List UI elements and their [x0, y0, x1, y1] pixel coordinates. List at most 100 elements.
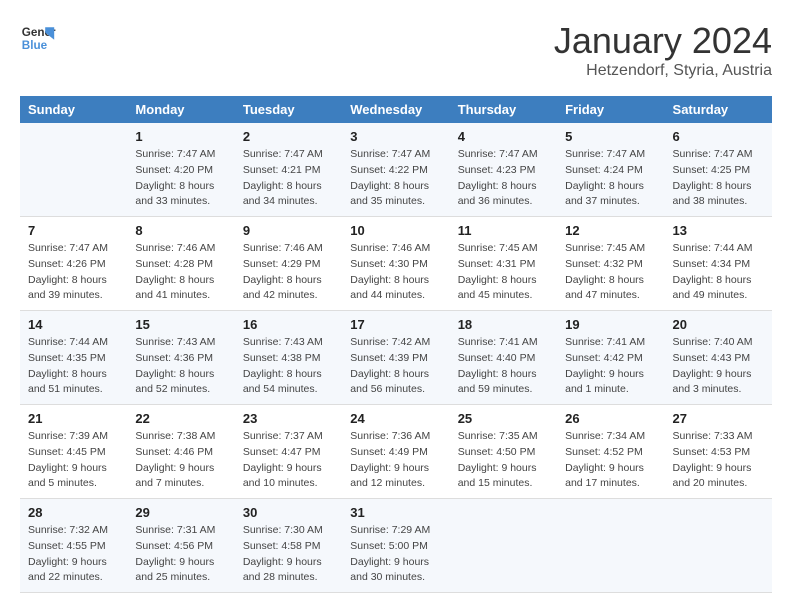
calendar-cell: 1 Sunrise: 7:47 AMSunset: 4:20 PMDaylight…	[127, 123, 234, 217]
day-number: 23	[243, 411, 334, 426]
calendar-week-row: 14 Sunrise: 7:44 AMSunset: 4:35 PMDayligh…	[20, 311, 772, 405]
calendar-cell: 21Sunrise: 7:39 AMSunset: 4:45 PMDayligh…	[20, 405, 127, 499]
calendar-cell: 16 Sunrise: 7:43 AMSunset: 4:38 PMDayligh…	[235, 311, 342, 405]
day-number: 25	[458, 411, 549, 426]
calendar-cell: 28Sunrise: 7:32 AMSunset: 4:55 PMDayligh…	[20, 499, 127, 593]
calendar-cell: 14 Sunrise: 7:44 AMSunset: 4:35 PMDayligh…	[20, 311, 127, 405]
day-number: 14	[28, 317, 119, 332]
calendar-cell: 6 Sunrise: 7:47 AMSunset: 4:25 PMDaylight…	[665, 123, 772, 217]
calendar-cell: 30 Sunrise: 7:30 AMSunset: 4:58 PMDayligh…	[235, 499, 342, 593]
day-number: 31	[350, 505, 441, 520]
col-header-friday: Friday	[557, 96, 664, 123]
page-header: General Blue January 2024 Hetzendorf, St…	[20, 20, 772, 80]
calendar-cell: 2 Sunrise: 7:47 AMSunset: 4:21 PMDaylight…	[235, 123, 342, 217]
day-number: 1	[135, 129, 226, 144]
calendar-cell: 23Sunrise: 7:37 AMSunset: 4:47 PMDayligh…	[235, 405, 342, 499]
day-info: Sunrise: 7:29 AMSunset: 5:00 PMDaylight:…	[350, 523, 441, 586]
day-number: 13	[673, 223, 764, 238]
calendar-cell: 12Sunrise: 7:45 AMSunset: 4:32 PMDayligh…	[557, 217, 664, 311]
calendar-table: SundayMondayTuesdayWednesdayThursdayFrid…	[20, 96, 772, 593]
calendar-cell: 22 Sunrise: 7:38 AMSunset: 4:46 PMDayligh…	[127, 405, 234, 499]
day-number: 7	[28, 223, 119, 238]
day-number: 26	[565, 411, 656, 426]
calendar-cell: 9 Sunrise: 7:46 AMSunset: 4:29 PMDaylight…	[235, 217, 342, 311]
day-info: Sunrise: 7:34 AMSunset: 4:52 PMDaylight:…	[565, 429, 656, 492]
day-info: Sunrise: 7:46 AMSunset: 4:30 PMDaylight:…	[350, 241, 441, 304]
day-info: Sunrise: 7:46 AMSunset: 4:28 PMDaylight:…	[135, 241, 226, 304]
day-info: Sunrise: 7:43 AMSunset: 4:38 PMDaylight:…	[243, 335, 334, 398]
day-info: Sunrise: 7:43 AMSunset: 4:36 PMDaylight:…	[135, 335, 226, 398]
day-info: Sunrise: 7:44 AMSunset: 4:35 PMDaylight:…	[28, 335, 119, 398]
day-info: Sunrise: 7:30 AMSunset: 4:58 PMDaylight:…	[243, 523, 334, 586]
day-number: 6	[673, 129, 764, 144]
day-number: 24	[350, 411, 441, 426]
day-number: 20	[673, 317, 764, 332]
calendar-cell: 10 Sunrise: 7:46 AMSunset: 4:30 PMDayligh…	[342, 217, 449, 311]
day-info: Sunrise: 7:47 AMSunset: 4:25 PMDaylight:…	[673, 147, 764, 210]
calendar-cell: 11Sunrise: 7:45 AMSunset: 4:31 PMDayligh…	[450, 217, 557, 311]
day-number: 19	[565, 317, 656, 332]
day-number: 15	[135, 317, 226, 332]
calendar-cell	[20, 123, 127, 217]
logo-icon: General Blue	[20, 20, 56, 56]
col-header-saturday: Saturday	[665, 96, 772, 123]
svg-text:Blue: Blue	[22, 39, 48, 52]
title-block: January 2024 Hetzendorf, Styria, Austria	[554, 20, 772, 80]
day-number: 2	[243, 129, 334, 144]
day-info: Sunrise: 7:47 AMSunset: 4:26 PMDaylight:…	[28, 241, 119, 304]
calendar-cell: 3Sunrise: 7:47 AMSunset: 4:22 PMDaylight…	[342, 123, 449, 217]
day-number: 8	[135, 223, 226, 238]
calendar-cell: 19 Sunrise: 7:41 AMSunset: 4:42 PMDayligh…	[557, 311, 664, 405]
day-number: 4	[458, 129, 549, 144]
calendar-cell	[557, 499, 664, 593]
day-info: Sunrise: 7:46 AMSunset: 4:29 PMDaylight:…	[243, 241, 334, 304]
calendar-cell: 25 Sunrise: 7:35 AMSunset: 4:50 PMDayligh…	[450, 405, 557, 499]
calendar-cell: 7 Sunrise: 7:47 AMSunset: 4:26 PMDaylight…	[20, 217, 127, 311]
col-header-tuesday: Tuesday	[235, 96, 342, 123]
day-info: Sunrise: 7:31 AMSunset: 4:56 PMDaylight:…	[135, 523, 226, 586]
calendar-cell: 5Sunrise: 7:47 AMSunset: 4:24 PMDaylight…	[557, 123, 664, 217]
day-info: Sunrise: 7:35 AMSunset: 4:50 PMDaylight:…	[458, 429, 549, 492]
calendar-cell: 4 Sunrise: 7:47 AMSunset: 4:23 PMDaylight…	[450, 123, 557, 217]
day-number: 16	[243, 317, 334, 332]
calendar-cell: 17 Sunrise: 7:42 AMSunset: 4:39 PMDayligh…	[342, 311, 449, 405]
col-header-monday: Monday	[127, 96, 234, 123]
day-number: 17	[350, 317, 441, 332]
day-number: 21	[28, 411, 119, 426]
location-subtitle: Hetzendorf, Styria, Austria	[554, 62, 772, 80]
calendar-week-row: 1 Sunrise: 7:47 AMSunset: 4:20 PMDaylight…	[20, 123, 772, 217]
day-number: 18	[458, 317, 549, 332]
day-info: Sunrise: 7:47 AMSunset: 4:23 PMDaylight:…	[458, 147, 549, 210]
calendar-cell: 24 Sunrise: 7:36 AMSunset: 4:49 PMDayligh…	[342, 405, 449, 499]
calendar-cell: 13Sunrise: 7:44 AMSunset: 4:34 PMDayligh…	[665, 217, 772, 311]
day-number: 22	[135, 411, 226, 426]
calendar-cell: 31 Sunrise: 7:29 AMSunset: 5:00 PMDayligh…	[342, 499, 449, 593]
calendar-cell	[450, 499, 557, 593]
calendar-cell: 20Sunrise: 7:40 AMSunset: 4:43 PMDayligh…	[665, 311, 772, 405]
calendar-header-row: SundayMondayTuesdayWednesdayThursdayFrid…	[20, 96, 772, 123]
day-info: Sunrise: 7:47 AMSunset: 4:21 PMDaylight:…	[243, 147, 334, 210]
calendar-cell: 27Sunrise: 7:33 AMSunset: 4:53 PMDayligh…	[665, 405, 772, 499]
day-info: Sunrise: 7:47 AMSunset: 4:20 PMDaylight:…	[135, 147, 226, 210]
day-number: 10	[350, 223, 441, 238]
month-year-title: January 2024	[554, 20, 772, 62]
day-info: Sunrise: 7:42 AMSunset: 4:39 PMDaylight:…	[350, 335, 441, 398]
day-info: Sunrise: 7:36 AMSunset: 4:49 PMDaylight:…	[350, 429, 441, 492]
day-info: Sunrise: 7:47 AMSunset: 4:22 PMDaylight:…	[350, 147, 441, 210]
day-number: 30	[243, 505, 334, 520]
calendar-cell	[665, 499, 772, 593]
calendar-cell: 18Sunrise: 7:41 AMSunset: 4:40 PMDayligh…	[450, 311, 557, 405]
day-info: Sunrise: 7:33 AMSunset: 4:53 PMDaylight:…	[673, 429, 764, 492]
calendar-week-row: 21Sunrise: 7:39 AMSunset: 4:45 PMDayligh…	[20, 405, 772, 499]
calendar-week-row: 7 Sunrise: 7:47 AMSunset: 4:26 PMDaylight…	[20, 217, 772, 311]
calendar-cell: 15 Sunrise: 7:43 AMSunset: 4:36 PMDayligh…	[127, 311, 234, 405]
calendar-cell: 8 Sunrise: 7:46 AMSunset: 4:28 PMDaylight…	[127, 217, 234, 311]
col-header-thursday: Thursday	[450, 96, 557, 123]
col-header-sunday: Sunday	[20, 96, 127, 123]
calendar-week-row: 28Sunrise: 7:32 AMSunset: 4:55 PMDayligh…	[20, 499, 772, 593]
col-header-wednesday: Wednesday	[342, 96, 449, 123]
day-info: Sunrise: 7:45 AMSunset: 4:32 PMDaylight:…	[565, 241, 656, 304]
day-number: 9	[243, 223, 334, 238]
day-info: Sunrise: 7:38 AMSunset: 4:46 PMDaylight:…	[135, 429, 226, 492]
day-info: Sunrise: 7:41 AMSunset: 4:42 PMDaylight:…	[565, 335, 656, 398]
